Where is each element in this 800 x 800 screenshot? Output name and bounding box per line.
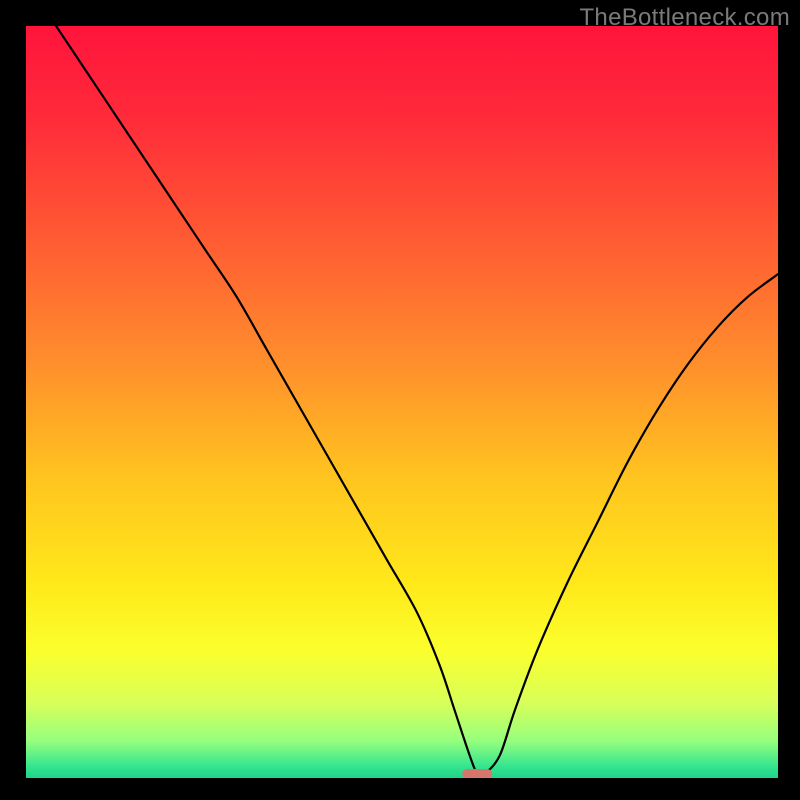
gradient-background — [26, 26, 778, 778]
plot-area — [26, 26, 778, 778]
bottleneck-chart-svg — [26, 26, 778, 778]
chart-frame: TheBottleneck.com — [0, 0, 800, 800]
optimum-marker — [462, 769, 492, 778]
watermark-text: TheBottleneck.com — [579, 4, 790, 32]
